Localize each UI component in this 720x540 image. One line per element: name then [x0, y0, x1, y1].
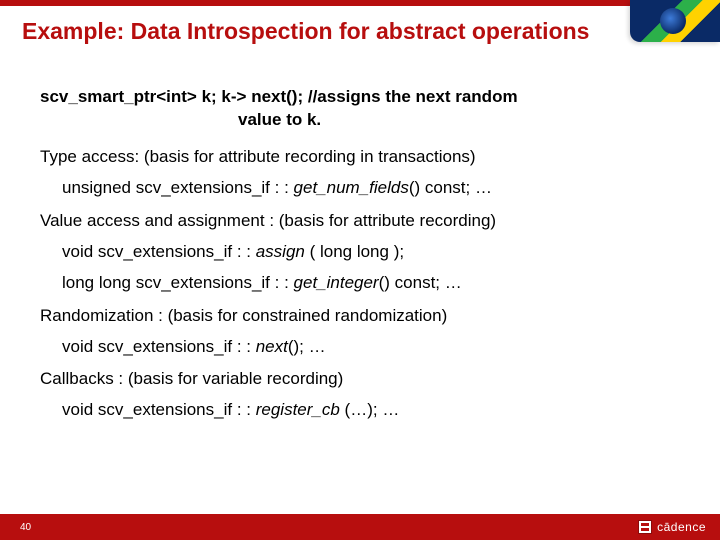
code-emph: get_integer — [294, 273, 379, 292]
page-number: 40 — [20, 522, 31, 533]
lead-line-2: value to k. — [40, 109, 690, 132]
code-emph: assign — [256, 242, 305, 261]
code-prefix: void scv_extensions_if : : — [62, 400, 256, 419]
callbacks-sub: void scv_extensions_if : : register_cb (… — [62, 399, 690, 422]
randomization-sub: void scv_extensions_if : : next(); … — [62, 336, 690, 359]
brand-logo-icon — [638, 520, 652, 534]
code-prefix: void scv_extensions_if : : — [62, 242, 256, 261]
code-suffix: (); … — [288, 337, 326, 356]
section-value-access: Value access and assignment : (basis for… — [40, 210, 690, 233]
code-emph: register_cb — [256, 400, 340, 419]
section-randomization: Randomization : (basis for constrained r… — [40, 305, 690, 328]
brand-logo: cādence — [638, 520, 706, 534]
brand-name: cādence — [657, 520, 706, 534]
code-prefix: unsigned scv_extensions_if : : — [62, 178, 294, 197]
value-access-sub2: long long scv_extensions_if : : get_inte… — [62, 272, 690, 295]
type-access-sub: unsigned scv_extensions_if : : get_num_f… — [62, 177, 690, 200]
code-suffix: () const; … — [409, 178, 492, 197]
section-callbacks: Callbacks : (basis for variable recordin… — [40, 368, 690, 391]
code-suffix: () const; … — [379, 273, 462, 292]
code-suffix: ( long long ); — [305, 242, 404, 261]
code-emph: next — [256, 337, 288, 356]
code-prefix: long long scv_extensions_if : : — [62, 273, 294, 292]
slide-title: Example: Data Introspection for abstract… — [22, 18, 600, 46]
corner-art — [630, 0, 720, 42]
lead-code: scv_smart_ptr<int> k; k-> next(); //assi… — [40, 86, 690, 132]
lead-line-1: scv_smart_ptr<int> k; k-> next(); //assi… — [40, 86, 690, 109]
slide: Example: Data Introspection for abstract… — [0, 0, 720, 540]
code-suffix: (…); … — [340, 400, 400, 419]
topbar — [0, 0, 720, 6]
footer: 40 cādence — [0, 514, 720, 540]
body-text: scv_smart_ptr<int> k; k-> next(); //assi… — [40, 86, 690, 430]
section-type-access: Type access: (basis for attribute record… — [40, 146, 690, 169]
code-emph: get_num_fields — [294, 178, 409, 197]
code-prefix: void scv_extensions_if : : — [62, 337, 256, 356]
value-access-sub1: void scv_extensions_if : : assign ( long… — [62, 241, 690, 264]
